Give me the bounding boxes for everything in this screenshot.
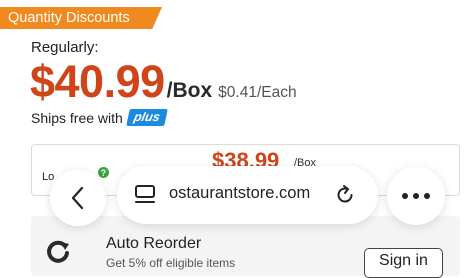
- reload-icon[interactable]: [333, 183, 357, 207]
- auto-reorder-title: Auto Reorder: [106, 235, 202, 252]
- sign-in-button[interactable]: Sign in: [364, 248, 443, 278]
- ellipsis-icon: [402, 193, 430, 199]
- lot-label: Lo: [42, 171, 55, 183]
- chevron-left-icon: [71, 186, 84, 210]
- more-options-button[interactable]: [387, 167, 445, 225]
- price-unit: /Box: [166, 79, 213, 102]
- auto-reorder-card: Auto Reorder Get 5% off eligible items S…: [31, 216, 460, 278]
- quantity-discounts-badge: Quantity Discounts: [0, 7, 162, 29]
- address-bar[interactable]: ostaurantstore.com: [117, 166, 378, 224]
- tabs-icon[interactable]: [135, 184, 155, 206]
- auto-reorder-subtitle: Get 5% off eligible items: [106, 256, 236, 270]
- price-each: $0.41/Each: [218, 84, 297, 101]
- url-text[interactable]: ostaurantstore.com: [169, 184, 310, 203]
- quantity-discounts-label: Quantity Discounts: [8, 10, 130, 26]
- question-circle-icon[interactable]: ?: [98, 167, 109, 178]
- regularly-label: Regularly:: [31, 39, 99, 56]
- plus-badge[interactable]: plus: [126, 109, 168, 126]
- reorder-refresh-icon: [47, 240, 69, 263]
- shipping-text: Ships free with: [31, 109, 123, 126]
- back-button[interactable]: [50, 170, 106, 226]
- price-row: $40.99 /Box $0.41/Each: [30, 56, 297, 108]
- price-value: $40.99: [30, 56, 165, 107]
- shipping-row: Ships free with plus: [31, 109, 168, 126]
